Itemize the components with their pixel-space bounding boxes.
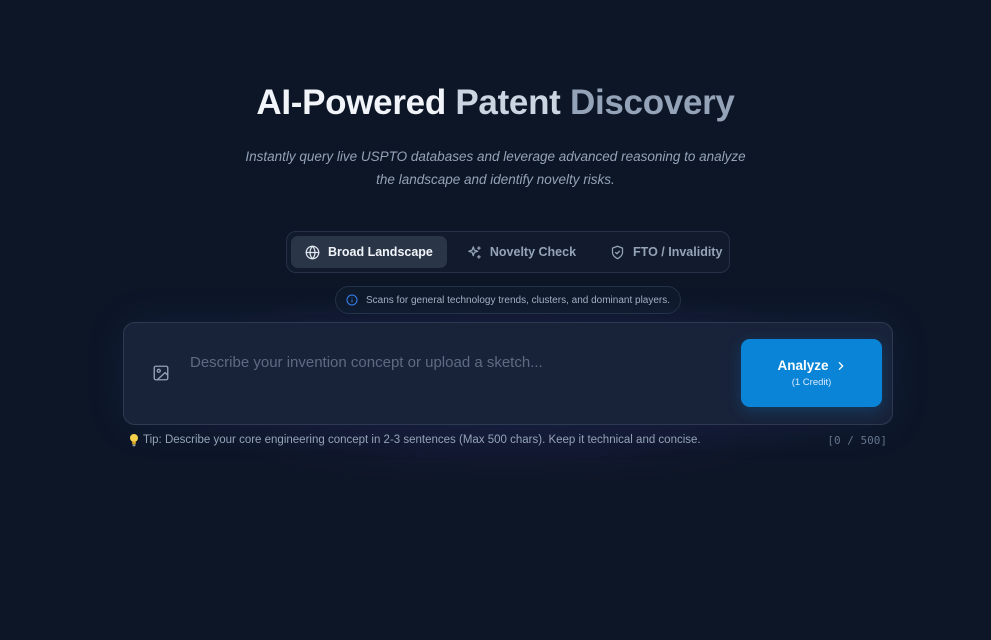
invention-input[interactable] <box>190 351 730 373</box>
character-counter: [0 / 500] <box>827 434 887 447</box>
tab-label: Broad Landscape <box>328 245 433 259</box>
analyze-button[interactable]: Analyze (1 Credit) <box>741 339 882 407</box>
tip-text: Tip: Describe your core engineering conc… <box>143 434 701 446</box>
tab-broad-landscape[interactable]: Broad Landscape <box>291 236 447 268</box>
tab-novelty-check[interactable]: Novelty Check <box>453 236 590 268</box>
title-part-3: Discovery <box>569 83 735 122</box>
globe-icon <box>305 245 320 259</box>
invention-input-card: Analyze (1 Credit) <box>123 322 893 425</box>
shield-icon <box>611 245 624 259</box>
tip: Tip: Describe your core engineering conc… <box>129 433 701 447</box>
tab-fto-invalidity[interactable]: FTO / Invalidity <box>596 236 736 268</box>
mode-tabs: Broad Landscape Novelty Check FTO / Inva… <box>286 231 730 273</box>
tab-label: FTO / Invalidity <box>633 245 723 259</box>
image-icon[interactable] <box>152 364 170 382</box>
analyze-row: Analyze <box>777 358 845 373</box>
title-part-2: Patent <box>455 83 561 122</box>
tab-label: Novelty Check <box>489 245 577 259</box>
page-title: AI-Powered Patent Discovery <box>0 83 991 123</box>
mode-hint: Scans for general technology trends, clu… <box>335 286 681 314</box>
chevron-right-icon <box>838 361 843 370</box>
title-part-1: AI-Powered <box>256 83 446 122</box>
info-icon <box>346 294 358 306</box>
lightbulb-icon <box>130 434 138 447</box>
page-subtitle: Instantly query live USPTO databases and… <box>245 149 746 187</box>
analyze-credit-label: (1 Credit) <box>791 377 832 388</box>
hint-text: Scans for general technology trends, clu… <box>365 294 671 306</box>
sparkles-icon <box>468 245 481 259</box>
analyze-label: Analyze <box>777 358 829 373</box>
page: AI-Powered Patent Discovery Instantly qu… <box>0 0 991 640</box>
